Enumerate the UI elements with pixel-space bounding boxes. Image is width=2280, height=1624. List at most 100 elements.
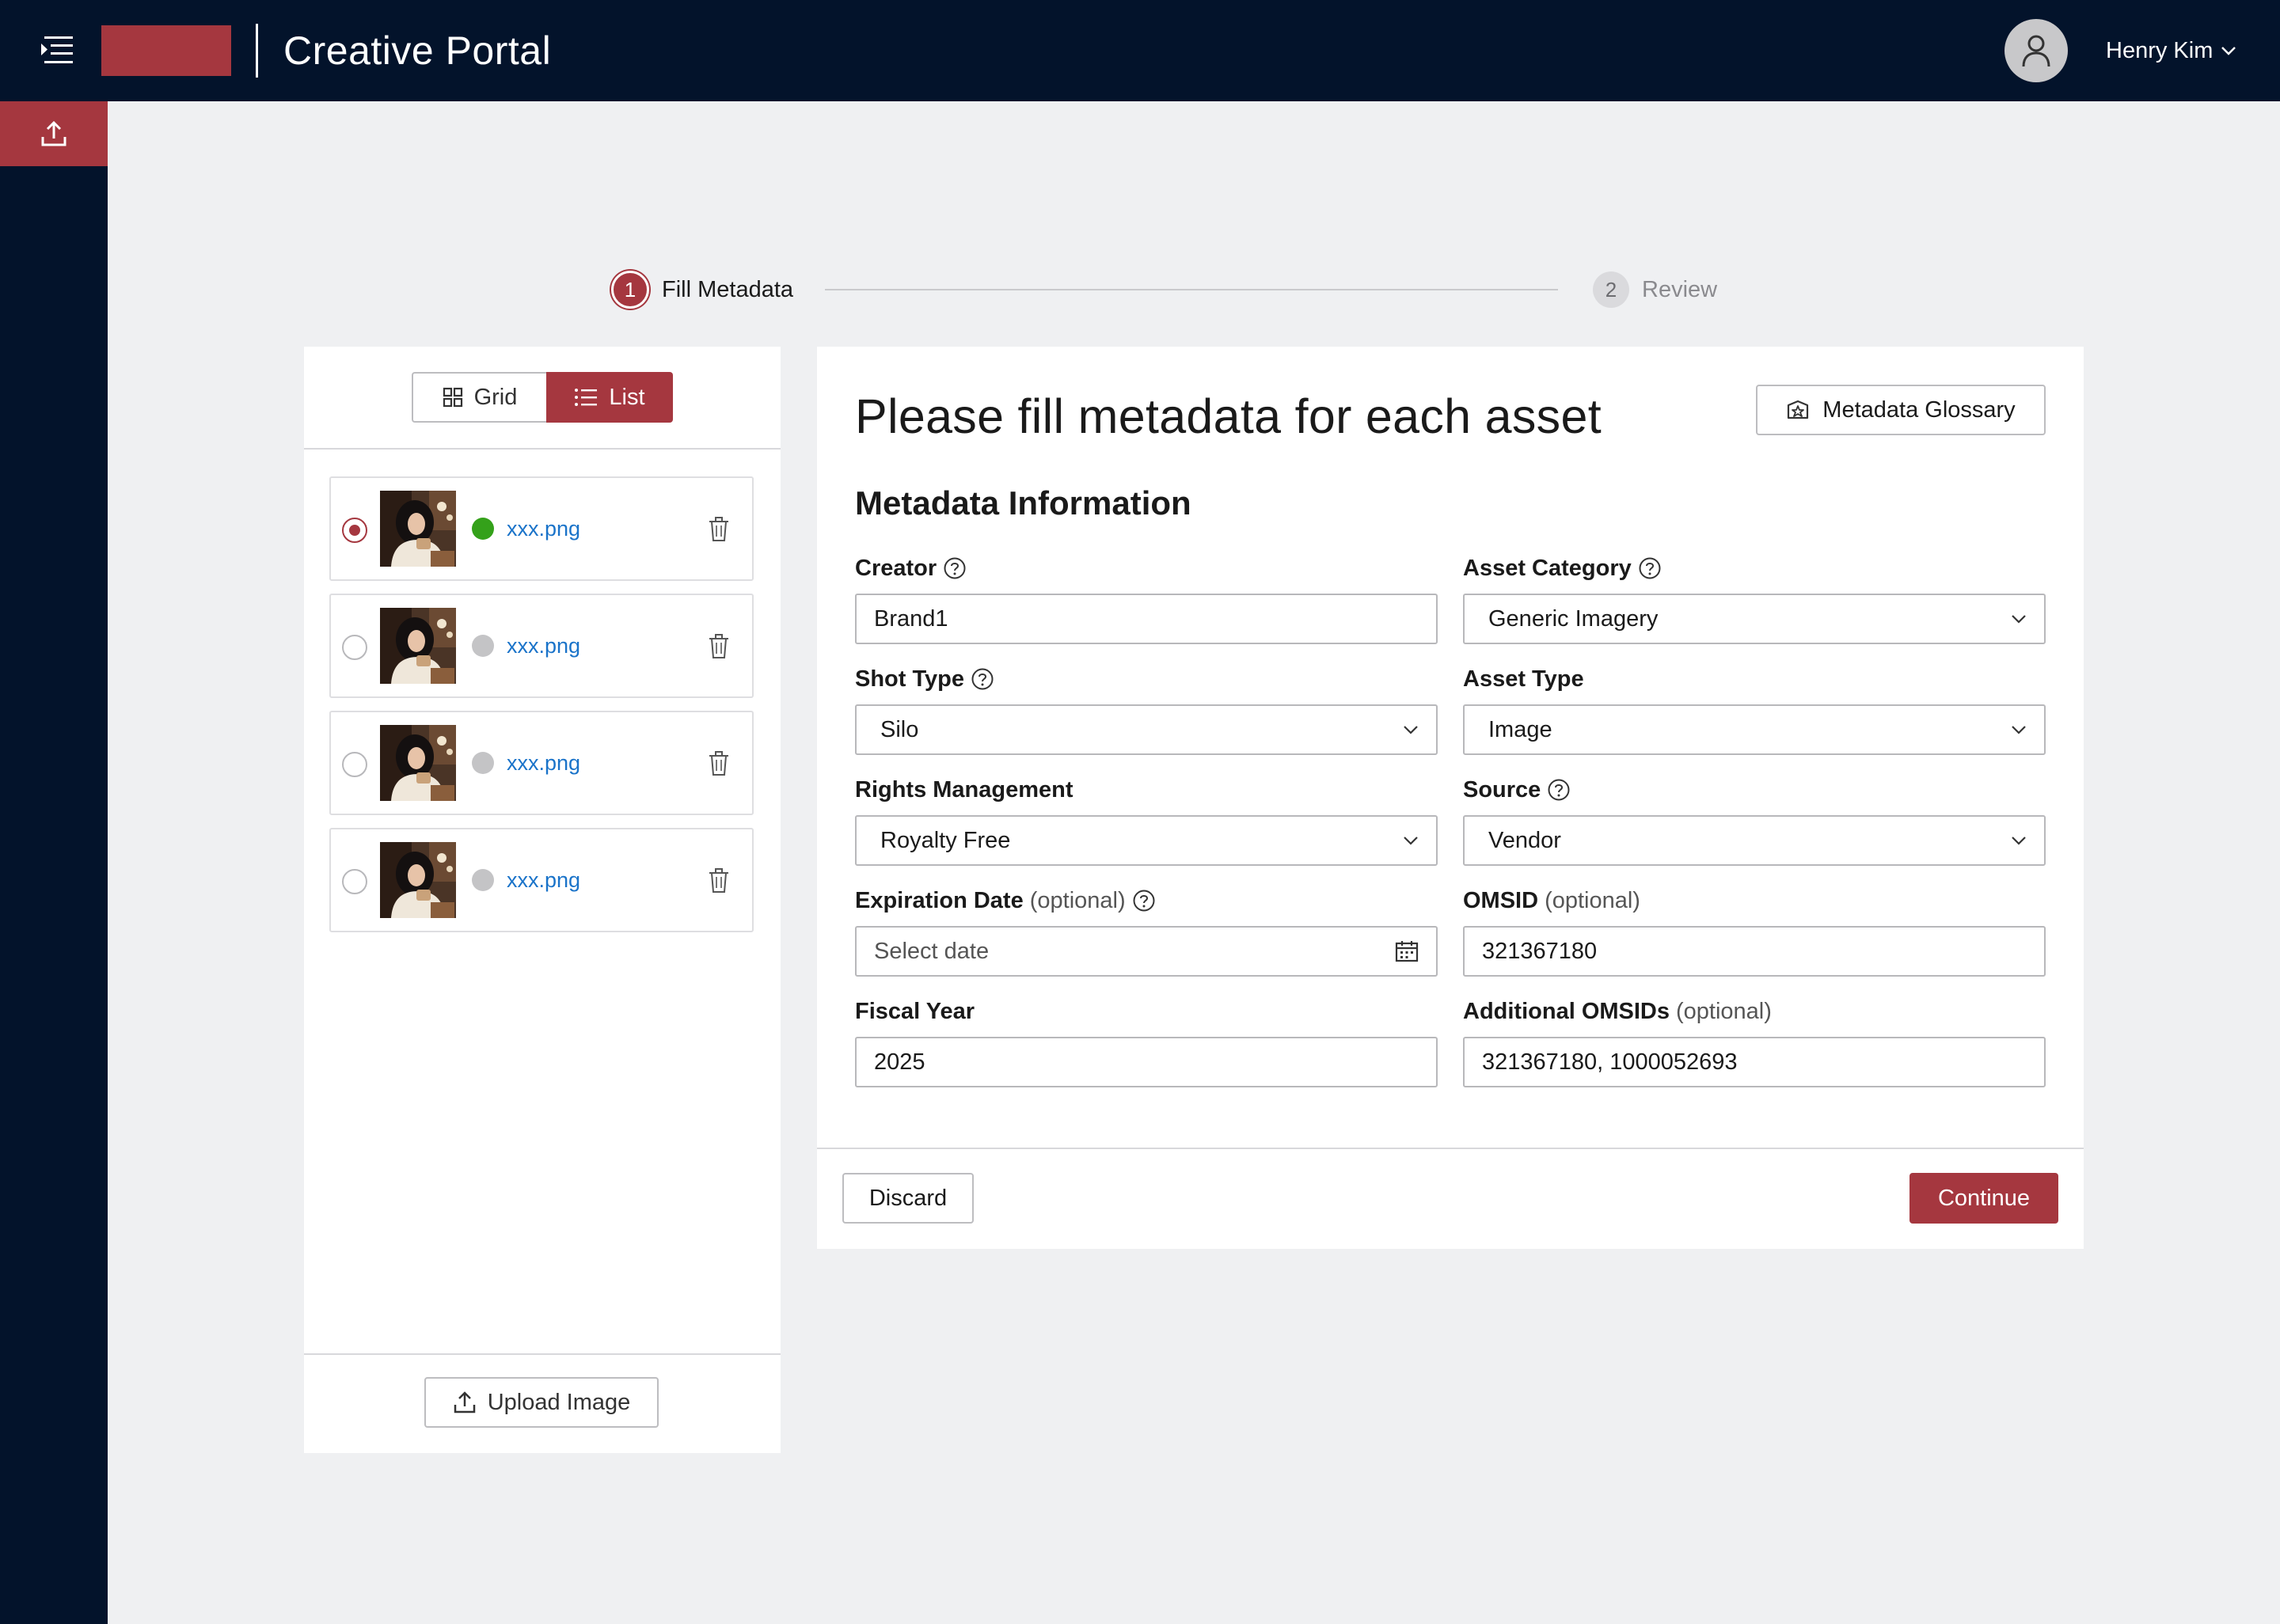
help-icon[interactable]	[971, 667, 994, 691]
asset-status-dot	[472, 518, 494, 540]
help-icon[interactable]	[943, 556, 967, 580]
grid-view-button[interactable]: Grid	[412, 372, 546, 423]
expiration-date-picker[interactable]: Select date	[855, 926, 1438, 977]
optional-tag: (optional)	[1676, 998, 1772, 1024]
omsid-input-box[interactable]	[1463, 926, 2046, 977]
panel-divider	[304, 448, 781, 450]
upload-image-button[interactable]: Upload Image	[424, 1377, 659, 1428]
asset-thumbnail-image	[380, 608, 456, 684]
grid-icon	[443, 387, 462, 408]
optional-tag: (optional)	[1545, 887, 1640, 913]
asset-thumbnail	[380, 608, 456, 684]
asset-list: xxx.png xxx.png xxx.png xxx.png	[329, 476, 754, 945]
optional-tag: (optional)	[1029, 887, 1126, 913]
additional-omsids-label-text: Additional OMSIDs	[1463, 998, 1670, 1024]
user-name: Henry Kim	[2106, 37, 2214, 63]
asset-type-label: Asset Type	[1463, 663, 2046, 695]
fiscal-year-input[interactable]	[874, 1049, 1419, 1076]
app-title: Creative Portal	[283, 28, 552, 73]
fiscal-year-label-text: Fiscal Year	[855, 998, 975, 1024]
help-icon[interactable]	[1547, 778, 1571, 802]
metadata-glossary-label: Metadata Glossary	[1822, 397, 2016, 423]
creator-input-box[interactable]	[855, 594, 1438, 644]
asset-list-item[interactable]: xxx.png	[329, 476, 754, 581]
asset-thumbnail-image	[380, 491, 456, 567]
panel-divider	[304, 1353, 781, 1355]
delete-icon[interactable]	[708, 516, 730, 543]
asset-select-radio[interactable]	[342, 869, 367, 894]
step-label: Review	[1642, 276, 1718, 302]
header-divider	[256, 24, 258, 78]
user-menu[interactable]: Henry Kim	[2106, 32, 2236, 70]
source-label: Source	[1463, 774, 2046, 806]
grid-label: Grid	[473, 384, 518, 410]
menu-collapse-icon[interactable]	[40, 35, 74, 66]
brand-logo[interactable]	[101, 25, 231, 76]
asset-status-dot	[472, 635, 494, 657]
help-icon[interactable]	[1132, 889, 1156, 913]
list-view-button[interactable]: List	[546, 372, 673, 423]
calendar-icon	[1395, 941, 1419, 962]
rights-management-label-text: Rights Management	[855, 776, 1074, 803]
asset-thumbnail	[380, 725, 456, 801]
rights-management-select[interactable]: Royalty Free	[855, 815, 1438, 866]
expiration-date-placeholder: Select date	[874, 938, 990, 964]
asset-type-select[interactable]: Image	[1463, 704, 2046, 755]
rights-management-value: Royalty Free	[880, 827, 1011, 853]
avatar[interactable]	[2004, 19, 2068, 82]
additional-omsids-input[interactable]	[1482, 1049, 2027, 1076]
asset-thumbnail	[380, 491, 456, 567]
asset-type-field: Asset Type Image	[1463, 663, 2046, 755]
delete-icon[interactable]	[708, 750, 730, 777]
metadata-glossary-button[interactable]: Metadata Glossary	[1756, 385, 2046, 435]
asset-type-label-text: Asset Type	[1463, 666, 1584, 692]
creator-input[interactable]	[874, 605, 1419, 632]
omsid-input[interactable]	[1482, 938, 2027, 965]
asset-file-name[interactable]: xxx.png	[507, 864, 580, 896]
shot-type-select[interactable]: Silo	[855, 704, 1438, 755]
asset-list-item[interactable]: xxx.png	[329, 594, 754, 698]
asset-category-field: Asset Category Generic Imagery	[1463, 552, 2046, 644]
chevron-down-icon	[2221, 47, 2236, 55]
chevron-down-icon	[2012, 615, 2026, 624]
asset-thumbnail-image	[380, 842, 456, 918]
help-icon[interactable]	[1638, 556, 1662, 580]
omsid-label-text: OMSID	[1463, 887, 1539, 913]
asset-status-dot	[472, 869, 494, 891]
delete-icon[interactable]	[708, 867, 730, 894]
additional-omsids-input-box[interactable]	[1463, 1037, 2046, 1087]
continue-button[interactable]: Continue	[1910, 1173, 2058, 1224]
asset-select-radio[interactable]	[342, 518, 367, 543]
source-select[interactable]: Vendor	[1463, 815, 2046, 866]
step-number: 1	[611, 271, 649, 309]
fiscal-year-label: Fiscal Year	[855, 996, 1438, 1027]
upload-icon	[41, 120, 66, 146]
fiscal-year-input-box[interactable]	[855, 1037, 1438, 1087]
top-header: Creative Portal Henry Kim	[0, 0, 2280, 101]
delete-icon[interactable]	[708, 633, 730, 660]
expiration-date-label-text: Expiration Date	[855, 887, 1024, 913]
stepper: 1 Fill Metadata 2 Review	[611, 268, 1720, 312]
asset-file-name[interactable]: xxx.png	[507, 747, 580, 779]
asset-file-name[interactable]: xxx.png	[507, 513, 580, 544]
chevron-down-icon	[1404, 726, 1418, 734]
rights-management-field: Rights Management Royalty Free	[855, 774, 1438, 866]
stepper-connector	[825, 289, 1558, 290]
asset-select-radio[interactable]	[342, 635, 367, 660]
view-toggle: Grid List	[412, 372, 673, 423]
asset-category-label: Asset Category	[1463, 552, 2046, 584]
asset-thumbnail	[380, 842, 456, 918]
asset-type-value: Image	[1488, 716, 1552, 742]
list-icon	[575, 389, 598, 406]
form-footer-divider	[817, 1148, 2084, 1149]
asset-list-item[interactable]: xxx.png	[329, 711, 754, 815]
section-title: Metadata Information	[855, 484, 1191, 522]
discard-button[interactable]: Discard	[842, 1173, 974, 1224]
asset-select-radio[interactable]	[342, 752, 367, 777]
asset-file-name[interactable]: xxx.png	[507, 630, 580, 662]
sidebar-item-upload[interactable]	[0, 101, 108, 166]
shot-type-field: Shot Type Silo	[855, 663, 1438, 755]
asset-list-item[interactable]: xxx.png	[329, 828, 754, 932]
asset-category-select[interactable]: Generic Imagery	[1463, 594, 2046, 644]
asset-panel: Grid List xxx.png xxx.png xxx.png xxx.pn…	[304, 347, 781, 1453]
